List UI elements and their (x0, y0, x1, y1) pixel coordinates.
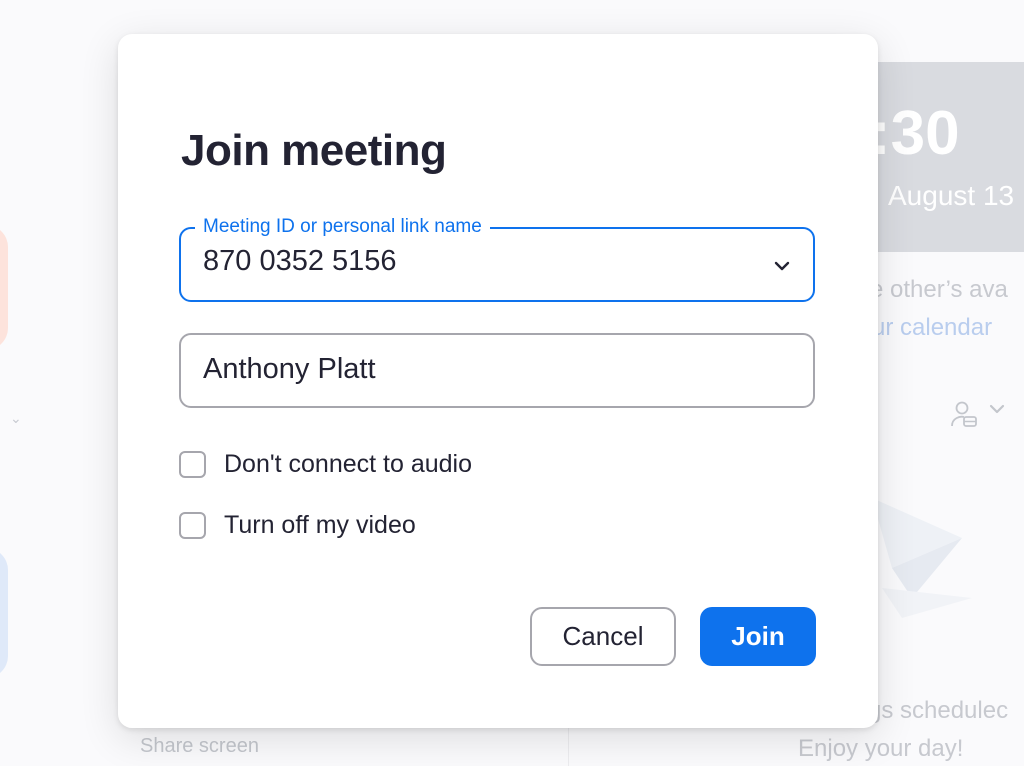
video-off-label[interactable]: Turn off my video (224, 511, 416, 540)
enjoy-day-text: Enjoy your day! (798, 735, 964, 762)
display-name-field[interactable] (179, 333, 815, 408)
dialog-title: Join meeting (181, 126, 447, 175)
meeting-id-field[interactable]: Meeting ID or personal link name 870 035… (179, 215, 815, 302)
video-off-option[interactable]: Turn off my video (179, 509, 416, 541)
join-tile (0, 548, 8, 678)
paper-plane-illustration (872, 498, 972, 618)
chevron-down-icon: ⌄ (10, 410, 22, 426)
share-screen-label: Share screen (140, 735, 259, 757)
no-audio-label[interactable]: Don't connect to audio (224, 450, 472, 479)
app-window: ⌄ Share screen :30 August 13 e other’s a… (0, 0, 1024, 766)
meeting-id-label: Meeting ID or personal link name (195, 215, 490, 239)
join-button[interactable]: Join (700, 607, 816, 666)
display-name-input[interactable] (203, 353, 763, 386)
clock-date: August 13 (888, 180, 1015, 211)
calendar-link: ur calendar (872, 314, 993, 341)
chevron-down-icon (989, 404, 1005, 414)
divider (568, 726, 569, 766)
chevron-down-icon[interactable] (773, 259, 791, 273)
no-audio-option[interactable]: Don't connect to audio (179, 448, 472, 480)
meeting-id-value[interactable]: 870 0352 5156 (203, 245, 397, 278)
person-icon (951, 401, 977, 427)
no-meetings-text: gs schedulec (868, 697, 1009, 724)
clock-time: :30 (870, 99, 960, 168)
no-audio-checkbox[interactable] (179, 450, 206, 478)
availability-text: e other’s ava (870, 276, 1008, 303)
video-off-checkbox[interactable] (179, 511, 206, 539)
cancel-button[interactable]: Cancel (530, 607, 676, 666)
join-meeting-dialog: Join meeting Meeting ID or personal link… (118, 34, 878, 728)
new-meeting-tile (0, 225, 8, 350)
